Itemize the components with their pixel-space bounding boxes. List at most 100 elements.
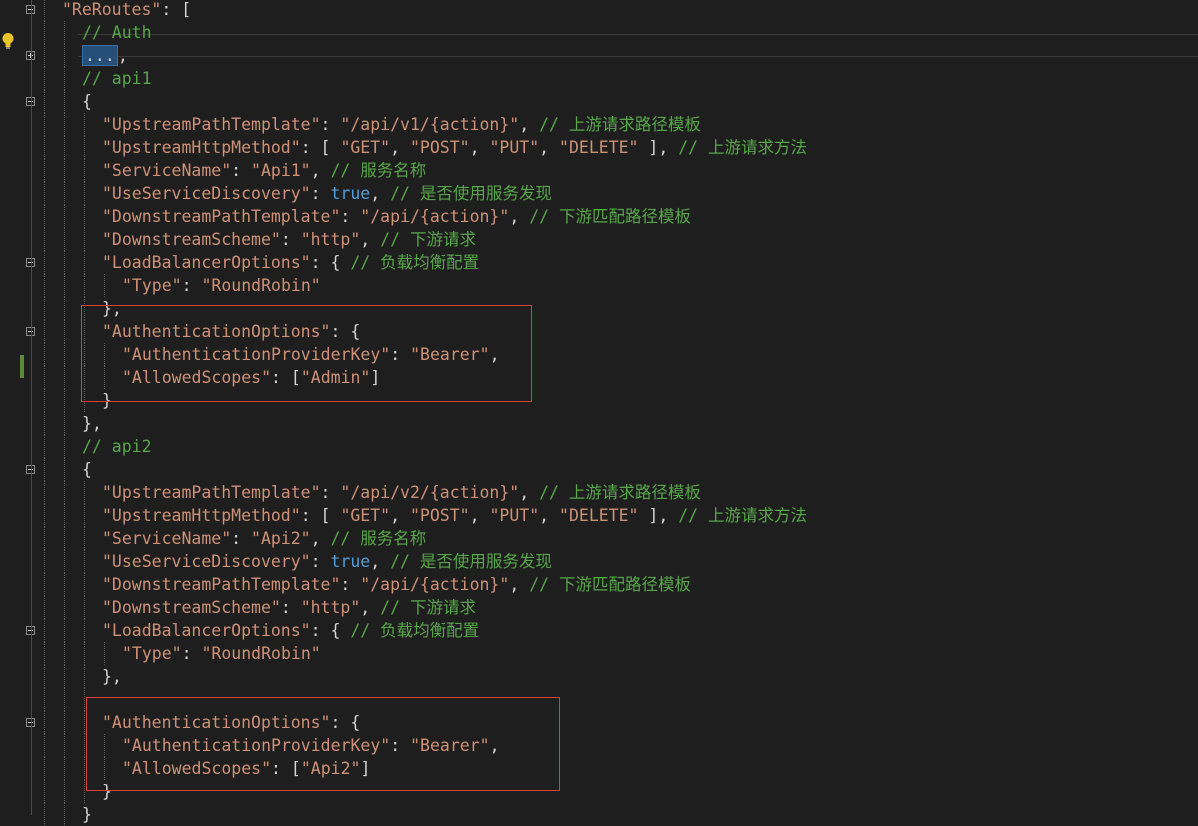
code-line[interactable]: "UpstreamPathTemplate": "/api/v2/{action… [0,481,1198,504]
code-line[interactable]: { [0,458,1198,481]
indent-guide [84,596,85,619]
code-token: "POST" [409,506,470,525]
comment-token: // 负载均衡配置 [350,253,480,272]
code-token: "UseServiceDiscovery" [102,552,311,571]
code-token: true [330,184,371,203]
indent-guide [64,113,65,136]
indent-guide [44,205,45,228]
indent-guide [44,389,45,412]
code-line[interactable]: }, [0,665,1198,688]
code-token: , [370,184,391,203]
code-line[interactable]: "LoadBalancerOptions": { // 负载均衡配置 [0,251,1198,274]
code-text: "UseServiceDiscovery": true, // 是否使用服务发现 [102,550,552,573]
indent-guide [64,228,65,251]
code-text: ..., [82,44,128,67]
indent-guide [64,665,65,688]
code-token: "LoadBalancerOptions" [102,253,311,272]
indent-guide [44,228,45,251]
code-token: ], [638,138,679,157]
code-line[interactable]: // api1 [0,67,1198,90]
indent-guide [64,550,65,573]
code-line[interactable]: "DownstreamPathTemplate": "/api/{action}… [0,205,1198,228]
comment-token: // 上游请求方法 [678,138,808,157]
code-editor[interactable]: "ReRoutes": [// Auth...,// api1{"Upstrea… [0,0,1198,826]
code-token: "UpstreamHttpMethod" [102,506,301,525]
code-text: "DownstreamPathTemplate": "/api/{action}… [102,205,691,228]
code-text: // api2 [82,435,152,458]
code-line[interactable]: }, [0,412,1198,435]
code-token: , [390,138,410,157]
code-line[interactable]: "DownstreamScheme": "http", // 下游请求 [0,228,1198,251]
code-token: : [231,529,252,548]
code-token: "GET" [340,506,391,525]
indent-guide [104,274,105,297]
indent-guide [84,688,85,711]
code-token: : [310,184,331,203]
indent-guide [64,619,65,642]
comment-token: // 负载均衡配置 [350,621,480,640]
indent-guide [44,159,45,182]
code-token: "/api/v2/{action}" [340,483,520,502]
code-line[interactable]: "Type": "RoundRobin" [0,642,1198,665]
code-line[interactable]: "DownstreamScheme": "http", // 下游请求 [0,596,1198,619]
code-text: }, [102,665,122,688]
code-token: , [390,506,410,525]
indent-guide [44,458,45,481]
code-line[interactable]: { [0,90,1198,113]
code-token: , [469,506,490,525]
comment-token: // 下游请求 [380,230,476,249]
code-token: : [310,552,331,571]
indent-guide [64,67,65,90]
code-token: : [ [161,0,192,19]
code-line[interactable]: "DownstreamPathTemplate": "/api/{action}… [0,573,1198,596]
code-line[interactable]: "LoadBalancerOptions": { // 负载均衡配置 [0,619,1198,642]
code-token: , [310,529,331,548]
code-token: "http" [300,230,361,249]
indent-guide [44,21,45,44]
indent-guide [64,297,65,320]
code-token: ], [638,506,679,525]
comment-token: // 下游匹配路径模板 [529,207,691,226]
indent-guide [64,389,65,412]
code-line[interactable]: "UpstreamPathTemplate": "/api/v1/{action… [0,113,1198,136]
comment-token: // 上游请求路径模板 [539,483,701,502]
indent-guide [64,412,65,435]
indent-guide [44,182,45,205]
indent-guide [44,619,45,642]
code-token: : { [310,621,351,640]
indent-guide [84,642,85,665]
code-line[interactable]: "ServiceName": "Api1", // 服务名称 [0,159,1198,182]
code-text: }, [82,412,102,435]
indent-guide [44,481,45,504]
code-line[interactable]: "Type": "RoundRobin" [0,274,1198,297]
comment-token: // api2 [82,437,152,456]
code-token: "GET" [340,138,391,157]
code-line[interactable]: "UpstreamHttpMethod": [ "GET", "POST", "… [0,136,1198,159]
indent-guide [44,44,45,67]
code-line[interactable]: "UseServiceDiscovery": true, // 是否使用服务发现 [0,550,1198,573]
comment-token: // 服务名称 [330,161,427,180]
indent-guide [44,665,45,688]
code-line[interactable]: // Auth [0,21,1198,44]
indent-guide [44,136,45,159]
code-text: "UpstreamHttpMethod": [ "GET", "POST", "… [102,136,807,159]
indent-guide [84,136,85,159]
indent-guide [44,435,45,458]
code-token: "DownstreamScheme" [102,230,281,249]
code-line[interactable]: "UpstreamHttpMethod": [ "GET", "POST", "… [0,504,1198,527]
code-token: , [509,575,530,594]
code-token: "UpstreamPathTemplate" [102,115,321,134]
collapsed-region[interactable]: ... [82,45,118,66]
code-token: , [469,138,490,157]
indent-guide [44,688,45,711]
code-line[interactable]: "UseServiceDiscovery": true, // 是否使用服务发现 [0,182,1198,205]
code-token: "UpstreamPathTemplate" [102,483,321,502]
highlight-box-api1-auth [81,305,532,402]
code-text: "UpstreamHttpMethod": [ "GET", "POST", "… [102,504,807,527]
code-line[interactable]: "ServiceName": "Api2", // 服务名称 [0,527,1198,550]
code-line[interactable]: "ReRoutes": [ [0,0,1198,21]
code-line[interactable]: ..., [0,44,1198,67]
code-token: "POST" [409,138,470,157]
code-line[interactable]: // api2 [0,435,1198,458]
code-token: }, [82,414,102,433]
